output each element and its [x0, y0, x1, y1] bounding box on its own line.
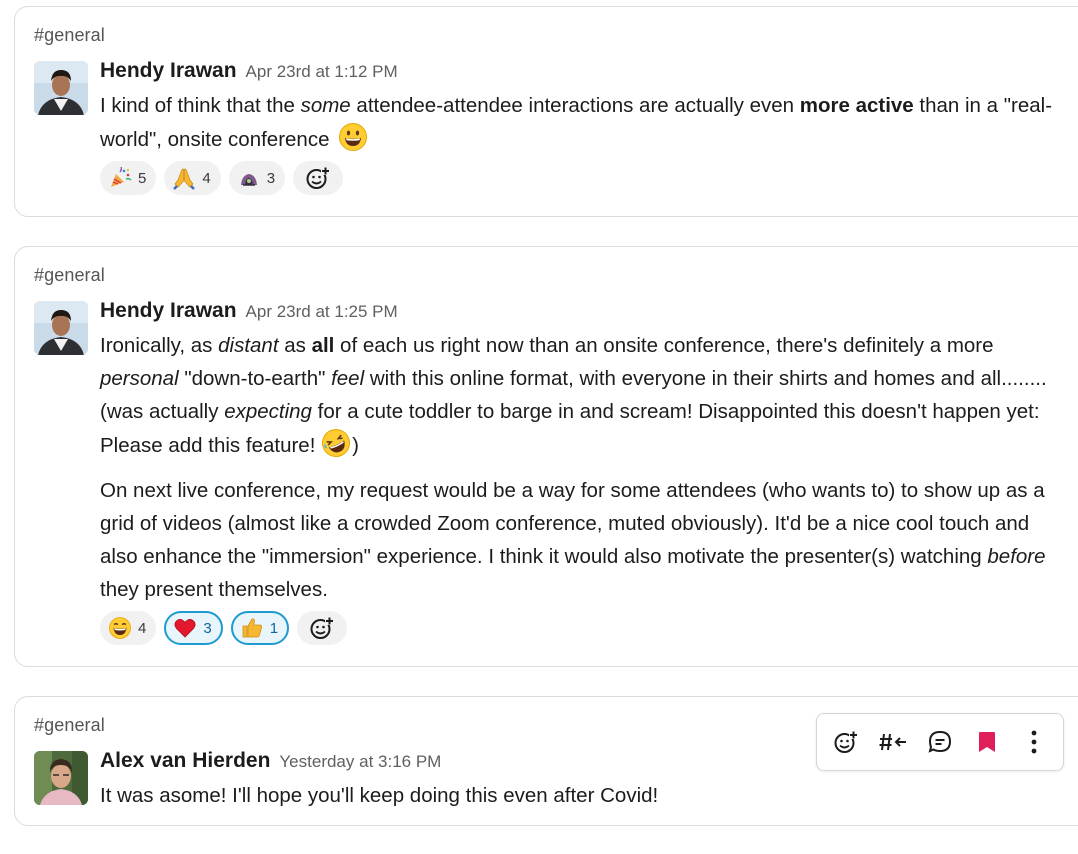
reactions-bar: 4 3 1	[100, 611, 348, 645]
reaction-grinning-squinting[interactable]: 4	[100, 611, 157, 645]
message-card[interactable]: #general Hendy Irawan Apr 23rd at 1:12 PM…	[14, 6, 1078, 217]
message-paragraph: Ironically, as distant as all of each us…	[100, 329, 1065, 462]
timestamp[interactable]: Yesterday at 3:16 PM	[279, 752, 441, 771]
timestamp[interactable]: Apr 23rd at 1:25 PM	[246, 302, 398, 321]
grinning-face-icon	[338, 122, 368, 152]
message-text: Ironically, as distant as all of each us…	[100, 329, 1065, 606]
reply-in-thread-icon	[928, 730, 951, 753]
reaction-count: 3	[266, 169, 276, 187]
more-actions-icon	[1031, 730, 1036, 754]
reply-in-thread-button[interactable]	[920, 722, 960, 762]
message-text: I kind of think that the some attendee-a…	[100, 94, 1053, 152]
add-reaction-button[interactable]	[293, 161, 344, 195]
add-reaction-icon	[306, 167, 331, 189]
reaction-folded-hands[interactable]: 4	[164, 161, 221, 195]
saved-bookmark-icon	[978, 732, 995, 752]
custom-emoji-icon	[240, 174, 257, 186]
reaction-count: 5	[138, 169, 147, 187]
avatar[interactable]	[34, 301, 88, 355]
author-name[interactable]: Hendy Irawan	[100, 59, 237, 82]
add-reaction-button[interactable]	[826, 722, 866, 762]
share-to-channel-button[interactable]	[873, 722, 913, 762]
reactions-bar: 5 4 3	[100, 161, 344, 195]
channel-name[interactable]: #general	[34, 25, 105, 46]
message-card[interactable]: #general Hendy Irawan Apr 23rd at 1:25 PM…	[14, 246, 1078, 667]
message-paragraph: On next live conference, my request woul…	[100, 479, 1046, 601]
author-name[interactable]: Alex van Hierden	[100, 749, 270, 772]
red-heart-icon	[174, 619, 196, 638]
reaction-count: 4	[138, 619, 147, 637]
reaction-party-popper[interactable]: 5	[100, 161, 157, 195]
rolling-on-floor-laughing-icon	[321, 428, 351, 458]
message-text: It was asome! I'll hope you'll keep doin…	[100, 784, 659, 807]
add-reaction-icon	[834, 731, 859, 753]
party-popper-icon	[111, 166, 132, 187]
folded-hands-icon	[173, 168, 196, 190]
channel-name[interactable]: #general	[34, 265, 105, 286]
avatar[interactable]	[34, 751, 88, 805]
message-actions-toolbar	[816, 713, 1064, 771]
message-header: Hendy Irawan Apr 23rd at 1:12 PM	[100, 59, 398, 83]
message-header: Hendy Irawan Apr 23rd at 1:25 PM	[100, 299, 398, 323]
reaction-custom-emoji[interactable]: 3	[228, 161, 286, 195]
message-header: Alex van Hierden Yesterday at 3:16 PM	[100, 749, 441, 773]
reaction-count: 3	[203, 619, 212, 637]
reaction-count: 1	[269, 619, 279, 637]
reaction-count: 4	[202, 169, 211, 187]
timestamp[interactable]: Apr 23rd at 1:12 PM	[246, 62, 398, 81]
author-name[interactable]: Hendy Irawan	[100, 299, 237, 322]
avatar[interactable]	[34, 61, 88, 115]
grinning-squinting-face-icon	[109, 617, 131, 639]
add-reaction-icon	[310, 617, 335, 639]
save-message-button[interactable]	[967, 722, 1007, 762]
thumbs-up-icon	[242, 618, 262, 638]
channel-name[interactable]: #general	[34, 715, 105, 736]
reaction-thumbs-up[interactable]: 1	[230, 611, 290, 645]
add-reaction-button[interactable]	[297, 611, 348, 645]
share-to-channel-icon	[879, 733, 907, 751]
more-actions-button[interactable]	[1014, 722, 1054, 762]
message-card[interactable]: #general Alex van Hierden Yesterday at 3:…	[14, 696, 1078, 826]
reaction-red-heart[interactable]: 3	[164, 611, 223, 645]
